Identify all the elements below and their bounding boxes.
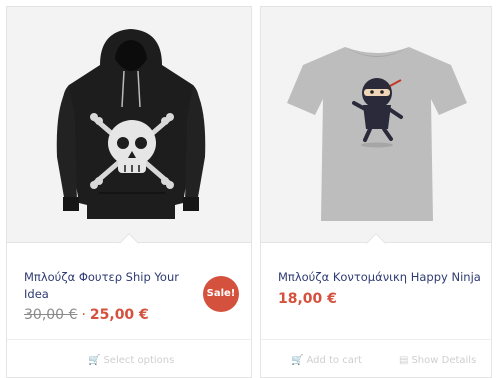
select-options-button[interactable]: 🛒 Select options (88, 355, 174, 366)
product-title[interactable]: Μπλούζα Φουτερ Ship Your Idea (24, 269, 189, 303)
add-to-cart-label: Add to cart (306, 355, 362, 366)
black-hoodie-skull-image (56, 29, 206, 219)
current-price: 25,00 € (89, 307, 149, 323)
show-details-label: Show Details (411, 355, 477, 366)
current-price: 18,00 € (278, 291, 337, 307)
price-row: 18,00 € (278, 291, 337, 307)
cart-icon: 🛒 (291, 355, 304, 366)
old-price: 30,00 € (24, 307, 78, 323)
add-to-cart-button[interactable]: 🛒 Add to cart (291, 355, 362, 366)
product-info: Μπλούζα Φουτερ Ship Your Idea Sale! 30,0… (7, 243, 251, 339)
select-options-label: Select options (103, 355, 175, 366)
show-details-button[interactable]: ▤ Show Details (399, 355, 476, 366)
product-actions: 🛒 Add to cart ▤ Show Details (261, 339, 491, 378)
product-image[interactable] (261, 7, 491, 243)
price-row: 30,00 € · 25,00 € (24, 307, 149, 323)
product-actions: 🛒 Select options (7, 339, 251, 378)
product-card[interactable]: Μπλούζα Φουτερ Ship Your Idea Sale! 30,0… (6, 6, 252, 378)
cart-icon: 🛒 (88, 355, 101, 366)
price-separator: · (81, 307, 86, 323)
product-card[interactable]: Μπλούζα Κοντομάνικη Happy Ninja 18,00 € … (260, 6, 492, 378)
product-image[interactable] (7, 7, 251, 243)
sale-badge: Sale! (203, 276, 239, 312)
grey-tshirt-ninja-image (287, 47, 467, 221)
product-info: Μπλούζα Κοντομάνικη Happy Ninja 18,00 € (261, 243, 491, 339)
details-icon: ▤ (399, 355, 409, 366)
product-title[interactable]: Μπλούζα Κοντομάνικη Happy Ninja (278, 269, 488, 286)
